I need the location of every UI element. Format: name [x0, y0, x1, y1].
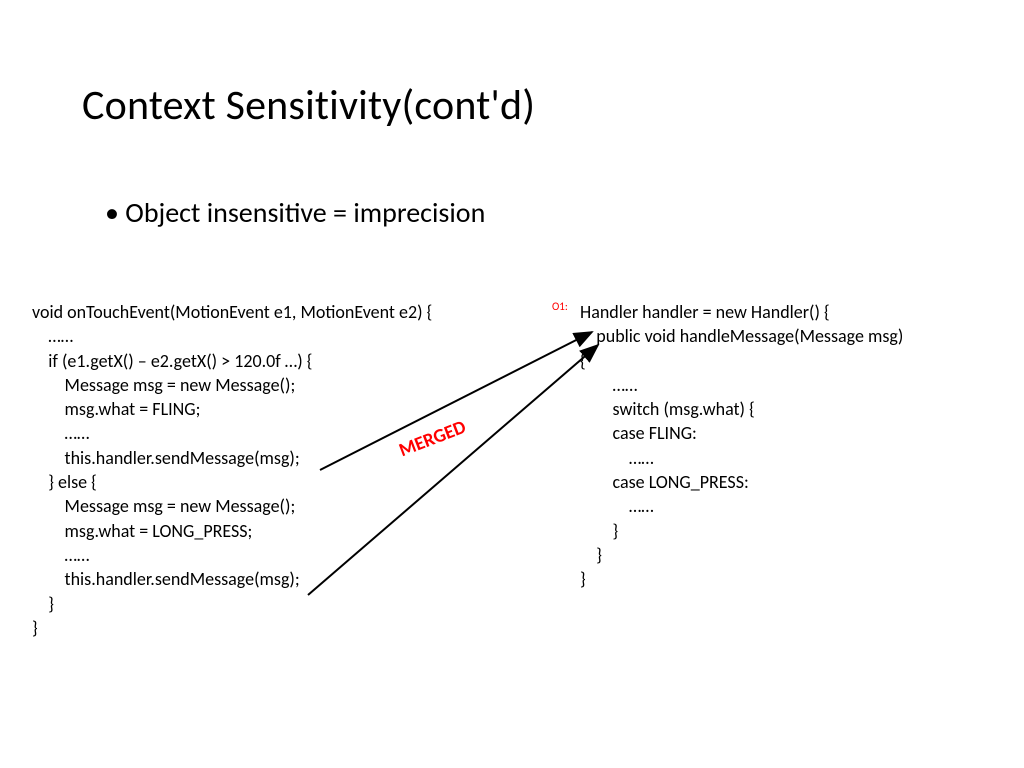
- code-block-right: Handler handler = new Handler() { public…: [580, 300, 907, 592]
- slide-title: Context Sensitivity(cont'd): [82, 80, 535, 131]
- code-block-left: void onTouchEvent(MotionEvent e1, Motion…: [32, 300, 432, 640]
- bullet-point: Object insensitive = imprecision: [105, 195, 485, 230]
- o1-label: O1:: [552, 300, 568, 313]
- slide: Context Sensitivity(cont'd) Object insen…: [0, 0, 1024, 768]
